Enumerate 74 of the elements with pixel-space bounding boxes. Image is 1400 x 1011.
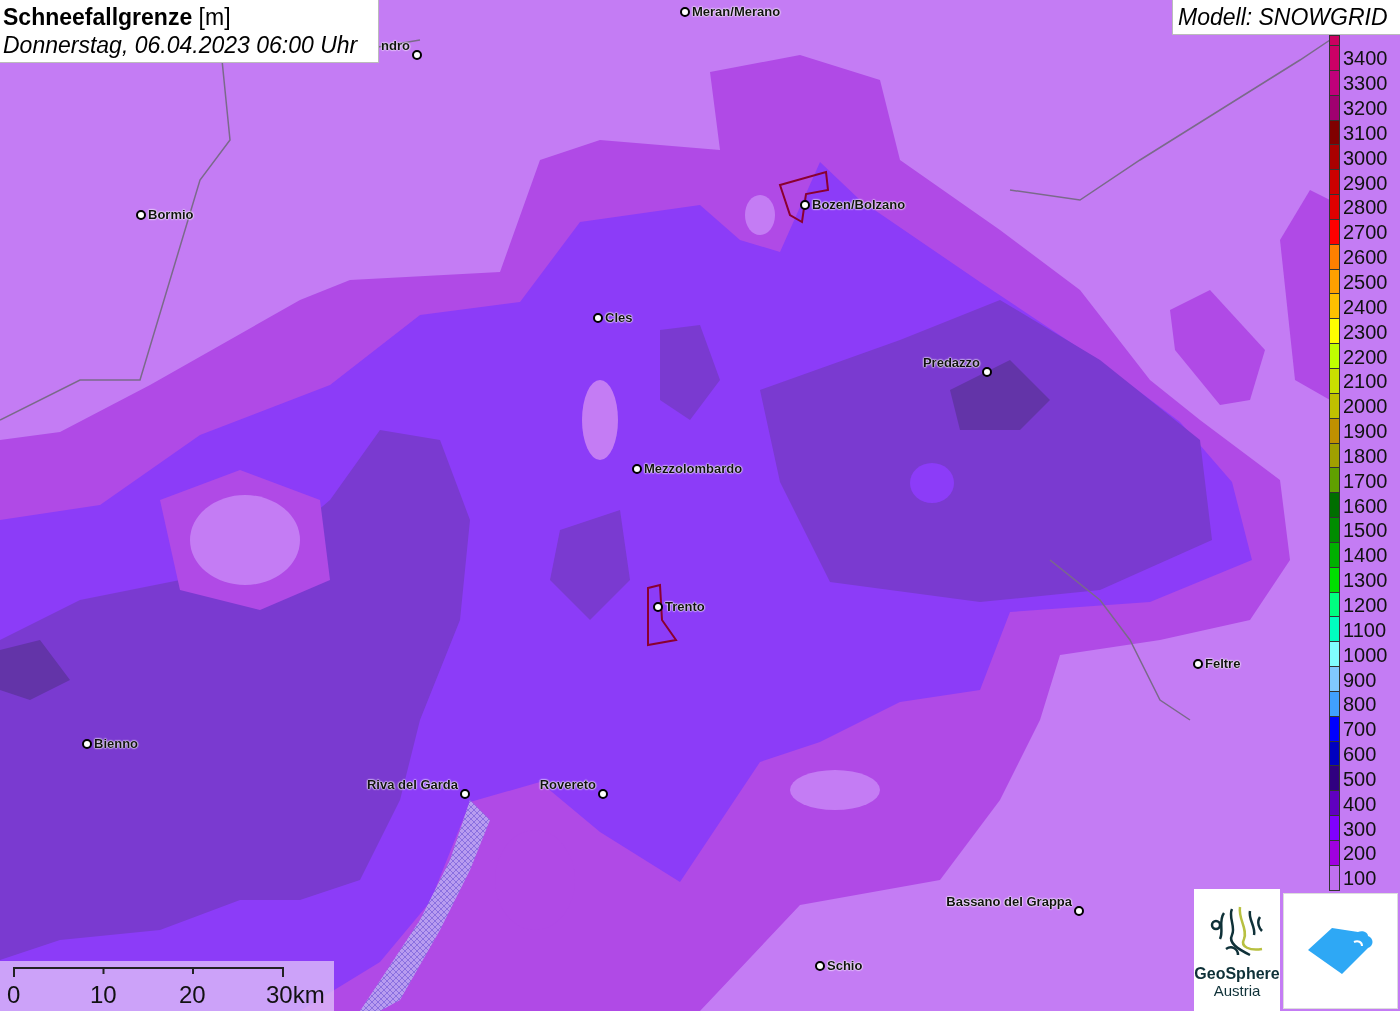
scale-label: 10 [90,982,117,1008]
city-marker-icon [460,789,470,799]
legend-label: 1900 [1343,421,1388,442]
legend-label: 3300 [1343,73,1388,94]
legend-swatch [1329,35,1340,46]
city-label: Predazzo [922,355,980,371]
snowy-roof-icon [1307,928,1374,974]
legend-label: 2000 [1343,396,1388,417]
scale-label: 20 [179,982,206,1008]
city-label: Mezzolombardo [644,461,743,477]
legend-label: 100 [1343,868,1377,889]
model-label: Modell: SNOWGRID [1172,0,1400,35]
legend-label: 500 [1343,768,1377,789]
city-marker-icon [1193,659,1203,669]
legend-label: 1500 [1343,520,1388,541]
city-marker-icon [982,367,992,377]
city-label: Bozen/Bolzano [812,197,906,213]
legend-label: 3200 [1343,98,1388,119]
legend-label: 600 [1343,744,1377,765]
city-marker-icon [412,50,422,60]
legend-label: 1600 [1343,495,1388,516]
city-label: Bormio [148,207,194,223]
scale-label: 0 [7,982,21,1008]
legend-label: 2100 [1343,371,1388,392]
scale-label: 30km [266,982,325,1008]
city-marker-icon [1074,906,1084,916]
legend-label: 2300 [1343,321,1388,342]
legend-label: 1000 [1343,644,1388,665]
legend-label: 2900 [1343,172,1388,193]
legend-label: 3000 [1343,147,1388,168]
city-label: Cles [605,310,633,326]
city-label: ndro [381,38,410,54]
legend-label: 2500 [1343,272,1388,292]
legend-label: 200 [1343,843,1377,864]
legend-label: 2600 [1343,247,1388,268]
legend-label: 900 [1343,669,1377,690]
forecast-date: Donnerstag, 06.04.2023 06:00 Uhr [3,31,359,59]
legend-label: 3400 [1343,48,1388,69]
legend-label: 2800 [1343,197,1388,218]
city-marker-icon [598,789,608,799]
city-marker-icon [136,210,146,220]
legend-label: 300 [1343,818,1377,839]
legend-label: 700 [1343,719,1377,740]
legend-label: 2200 [1343,346,1388,367]
city-label: Riva del Garda [366,777,458,793]
legend-label: 1100 [1343,619,1386,640]
city-marker-icon [82,739,92,749]
city-label: Meran/Merano [692,4,781,20]
city-label: Feltre [1205,656,1241,672]
legend-label: 2400 [1343,296,1388,317]
map-title: Schneefallgrenze [m] [3,3,232,31]
legend-label: 800 [1343,694,1377,715]
city-label: Bienno [94,736,139,752]
city-marker-icon [593,313,603,323]
city-marker-icon [800,200,810,210]
legend-label: 1200 [1343,595,1388,615]
legend-label: 2700 [1343,222,1388,243]
legend-label: 1700 [1343,470,1388,491]
legend-label: 1400 [1343,545,1388,566]
city-marker-icon [815,961,825,971]
city-label: Trento [665,599,705,615]
logo-subtitle: Austria [1213,982,1261,999]
legend-label: 400 [1343,793,1377,814]
city-label: Schio [827,958,863,974]
logo-name: GeoSphere [1194,965,1280,982]
city-marker-icon [632,464,642,474]
legend-label: 1300 [1343,570,1388,591]
city-label: Bassano del Grappa [946,894,1072,910]
legend-label: 1800 [1343,445,1388,466]
city-marker-icon [680,7,690,17]
city-marker-icon [653,602,663,612]
contour-lines-icon [1210,905,1264,959]
city-label: Rovereto [539,777,596,793]
legend-label: 3100 [1343,122,1388,143]
